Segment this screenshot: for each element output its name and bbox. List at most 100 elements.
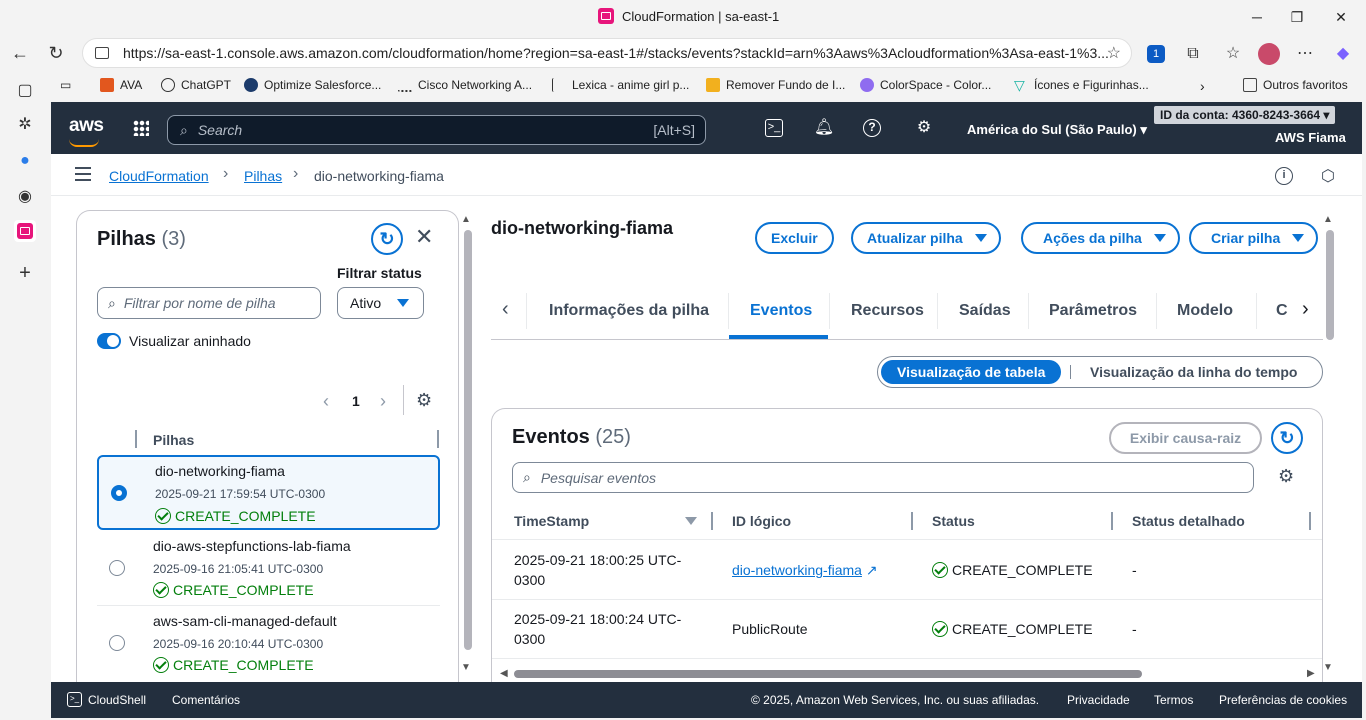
cloudshell-icon[interactable]: >_: [765, 119, 783, 137]
scroll-up-icon[interactable]: ▲: [1323, 214, 1333, 225]
horizontal-scrollbar[interactable]: [514, 670, 1142, 678]
preferences-gear-icon[interactable]: ⚙: [416, 390, 432, 411]
tab-changesets[interactable]: C: [1276, 302, 1288, 320]
prev-page-icon[interactable]: ‹: [323, 391, 329, 412]
add-sidebar-icon[interactable]: +: [14, 262, 36, 284]
event-logical-id-link[interactable]: dio-networking-fiama ↗: [732, 562, 878, 579]
back-icon[interactable]: ←: [8, 41, 32, 65]
nested-view-toggle[interactable]: [97, 333, 121, 349]
breadcrumb-stacks[interactable]: Pilhas: [244, 168, 282, 184]
refresh-events-button[interactable]: ↻: [1271, 422, 1303, 454]
menu-hamburger-icon[interactable]: [75, 167, 91, 181]
region-selector[interactable]: América do Sul (São Paulo) ▾: [967, 122, 1147, 138]
close-icon[interactable]: ✕: [415, 224, 433, 250]
page-number[interactable]: 1: [352, 393, 360, 409]
delete-stack-button[interactable]: Excluir: [755, 222, 834, 254]
tabs-panel-icon[interactable]: ▢: [14, 80, 36, 102]
bookmark-item[interactable]: AVA: [100, 78, 142, 92]
scroll-left-icon[interactable]: ◀: [500, 668, 508, 679]
chevron-right-icon[interactable]: ›: [1200, 78, 1205, 94]
favorite-star-icon[interactable]: ☆: [1107, 43, 1121, 63]
stack-filter-input[interactable]: ⌕ Filtrar por nome de pilha: [97, 287, 321, 319]
stack-row[interactable]: dio-networking-fiama 2025-09-21 17:59:54…: [97, 455, 440, 530]
chatgpt-sidebar-icon[interactable]: ✲: [14, 114, 36, 136]
browser-sidebar-app-icon[interactable]: ●: [14, 150, 36, 172]
stack-name[interactable]: dio-aws-stepfunctions-lab-fiama: [153, 538, 351, 554]
stack-actions-button[interactable]: Ações da pilha: [1021, 222, 1180, 254]
col-logical-id[interactable]: ID lógico: [732, 513, 791, 529]
settings-gear-icon[interactable]: ⚙: [913, 117, 935, 139]
next-page-icon[interactable]: ›: [380, 391, 386, 412]
stack-radio[interactable]: [109, 635, 125, 651]
events-search-input[interactable]: ⌕ Pesquisar eventos: [512, 462, 1254, 493]
hexagon-settings-icon[interactable]: ⬡: [1321, 166, 1335, 186]
other-favorites-folder[interactable]: Outros favoritos: [1243, 78, 1348, 92]
update-stack-button[interactable]: Atualizar pilha: [851, 222, 1001, 254]
preferences-gear-icon[interactable]: ⚙: [1278, 466, 1294, 487]
bookmark-item[interactable]: Optimize Salesforce...: [244, 78, 381, 92]
github-icon[interactable]: ◉: [14, 186, 36, 208]
maximize-button[interactable]: ❐: [1286, 6, 1308, 28]
stack-row[interactable]: dio-aws-stepfunctions-lab-fiama 2025-09-…: [97, 531, 440, 606]
bookmark-item[interactable]: Lexica - anime girl p...: [552, 78, 689, 92]
footer-terms[interactable]: Termos: [1154, 693, 1193, 707]
tab-resources[interactable]: Recursos: [851, 302, 924, 320]
extension-badge-icon[interactable]: 1: [1147, 45, 1165, 63]
col-status-reason[interactable]: Status detalhado: [1132, 513, 1245, 529]
footer-cloudshell[interactable]: CloudShell: [88, 693, 146, 707]
scroll-down-icon[interactable]: ▼: [1323, 662, 1333, 673]
help-icon[interactable]: ?: [863, 119, 881, 137]
url-text[interactable]: https://sa-east-1.console.aws.amazon.com…: [123, 45, 1109, 61]
bookmark-item[interactable]: ChatGPT: [161, 78, 231, 92]
favorites-icon[interactable]: ☆: [1222, 43, 1244, 65]
info-icon[interactable]: i: [1275, 167, 1293, 185]
tab-events[interactable]: Eventos: [750, 302, 812, 320]
aws-logo[interactable]: aws: [69, 115, 104, 147]
refresh-stacks-button[interactable]: ↻: [371, 223, 403, 255]
footer-privacy[interactable]: Privacidade: [1067, 693, 1130, 707]
profile-avatar[interactable]: [1258, 43, 1280, 65]
table-view-option[interactable]: Visualização de tabela: [881, 360, 1062, 384]
timeline-view-option[interactable]: Visualização da linha do tempo: [1090, 364, 1297, 380]
extensions-icon[interactable]: ⧉: [1182, 43, 1204, 65]
url-bar[interactable]: https://sa-east-1.console.aws.amazon.com…: [82, 38, 1132, 68]
detail-scrollbar[interactable]: [1326, 230, 1334, 340]
site-info-icon[interactable]: [95, 47, 109, 59]
reload-icon[interactable]: ↻: [44, 41, 68, 65]
stack-name[interactable]: aws-sam-cli-managed-default: [153, 613, 337, 629]
root-cause-button[interactable]: Exibir causa-raiz: [1109, 422, 1262, 454]
close-window-button[interactable]: ✕: [1330, 6, 1352, 28]
stack-name[interactable]: dio-networking-fiama: [155, 463, 285, 479]
stack-radio-selected[interactable]: [111, 485, 127, 501]
cloudshell-icon[interactable]: >_: [67, 692, 82, 707]
tabs-prev-icon[interactable]: ‹: [502, 298, 509, 321]
stack-row[interactable]: aws-sam-cli-managed-default 2025-09-16 2…: [97, 606, 440, 681]
scroll-up-icon[interactable]: ▲: [461, 214, 471, 225]
bookmark-item[interactable]: Cisco Networking A...: [398, 78, 532, 92]
tab-parameters[interactable]: Parâmetros: [1049, 302, 1137, 320]
filter-status-select[interactable]: Ativo: [337, 287, 424, 319]
copilot-icon[interactable]: ◆: [1332, 43, 1354, 65]
services-grid-icon[interactable]: [133, 120, 149, 136]
footer-feedback[interactable]: Comentários: [172, 693, 240, 707]
stack-radio[interactable]: [109, 560, 125, 576]
more-menu-icon[interactable]: ⋯: [1294, 43, 1316, 65]
scroll-down-icon[interactable]: ▼: [461, 662, 471, 673]
bookmark-item[interactable]: Remover Fundo de I...: [706, 78, 845, 92]
tab-template[interactable]: Modelo: [1177, 302, 1233, 320]
aws-search-input[interactable]: ⌕ Search [Alt+S]: [167, 115, 706, 145]
event-logical-id[interactable]: dio-networking-fiama: [732, 562, 862, 578]
breadcrumb-cloudformation[interactable]: CloudFormation: [109, 168, 209, 184]
account-id-badge[interactable]: ID da conta: 4360-8243-3664 ▾: [1154, 106, 1336, 124]
notifications-bell-icon[interactable]: 🔔︎: [813, 117, 835, 139]
tabs-next-icon[interactable]: ›: [1298, 298, 1313, 321]
scroll-right-icon[interactable]: ▶: [1307, 668, 1315, 679]
create-stack-button[interactable]: Criar pilha: [1189, 222, 1319, 254]
tab-stack-info[interactable]: Informações da pilha: [549, 302, 709, 320]
col-timestamp[interactable]: TimeStamp: [514, 513, 589, 529]
cloudformation-sidebar-icon[interactable]: [14, 220, 36, 242]
reading-icon[interactable]: ▭: [60, 78, 71, 92]
user-menu[interactable]: AWS Fiama: [1275, 130, 1346, 145]
tab-outputs[interactable]: Saídas: [959, 302, 1011, 320]
footer-cookies[interactable]: Preferências de cookies: [1219, 693, 1347, 707]
